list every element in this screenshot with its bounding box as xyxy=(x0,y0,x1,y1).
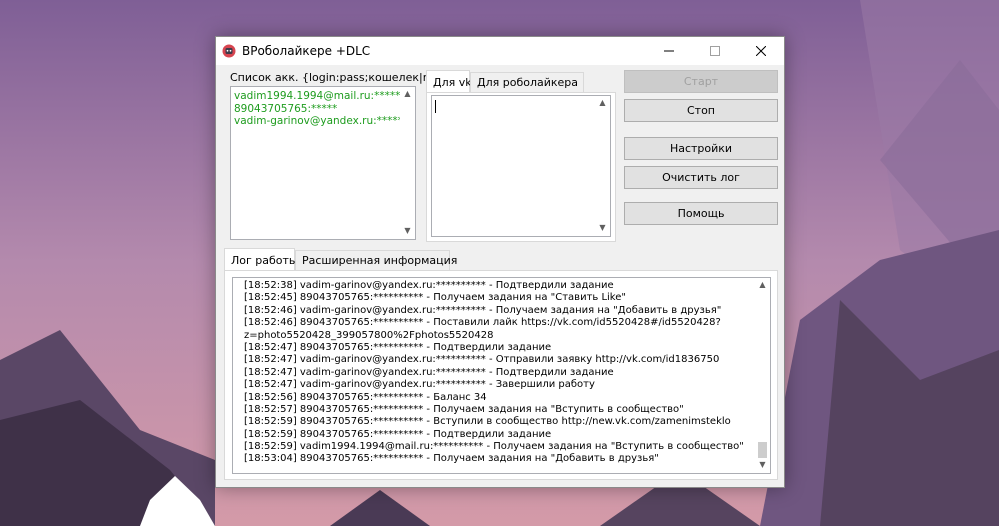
log-textbox[interactable]: [18:52:38] vadim-garinov@yandex.ru:*****… xyxy=(232,277,771,474)
start-button[interactable]: Старт xyxy=(624,70,778,93)
log-line: [18:52:56] 89043705765:********** - Бала… xyxy=(244,391,487,403)
log-line: [18:53:04] 89043705765:********** - Полу… xyxy=(244,453,659,465)
minimize-button[interactable] xyxy=(646,37,692,65)
log-line: [18:52:57] 89043705765:********** - Полу… xyxy=(244,403,684,415)
accounts-scrollbar[interactable]: ▲ ▼ xyxy=(400,87,415,239)
settings-button[interactable]: Настройки xyxy=(624,137,778,160)
window-title: ВРоболайкере +DLC xyxy=(242,44,371,58)
chevron-up-icon[interactable]: ▲ xyxy=(755,278,770,293)
log-scroll-thumb[interactable] xyxy=(758,442,767,458)
app-window: ВРоболайкере +DLC Список акк. {login:pas… xyxy=(215,36,785,488)
log-line: [18:52:59] 89043705765:********** - Всту… xyxy=(244,416,731,428)
title-bar[interactable]: ВРоболайкере +DLC xyxy=(216,37,784,65)
account-line: vadim1994.1994@mail.ru:****** xyxy=(234,90,406,102)
log-line: [18:52:47] 89043705765:********** - Подт… xyxy=(244,341,552,353)
log-scrollbar[interactable]: ▲ ▼ xyxy=(755,278,770,473)
log-line: [18:52:47] vadim-garinov@yandex.ru:*****… xyxy=(244,379,595,391)
log-line: [18:52:47] vadim-garinov@yandex.ru:*****… xyxy=(244,366,614,378)
log-line: [18:52:59] vadim1994.1994@mail.ru:******… xyxy=(244,441,744,453)
accounts-label: Список акк. {login:pass;кошелек|mail} xyxy=(230,71,454,84)
tab-extended-info[interactable]: Расширенная информация xyxy=(295,250,457,270)
vk-input-scrollbar[interactable]: ▲ ▼ xyxy=(595,96,610,236)
chevron-down-icon[interactable]: ▼ xyxy=(755,458,770,473)
log-line: [18:52:59] 89043705765:********** - Подт… xyxy=(244,428,552,440)
accounts-textbox[interactable]: vadim1994.1994@mail.ru:****** 8904370576… xyxy=(230,86,416,240)
stop-button[interactable]: Стоп xyxy=(624,99,778,122)
account-line: vadim-garinov@yandex.ru:***** xyxy=(234,115,403,127)
chevron-down-icon[interactable]: ▼ xyxy=(595,221,610,236)
close-icon xyxy=(756,46,766,56)
chevron-down-icon[interactable]: ▼ xyxy=(400,224,415,239)
vk-tab-panel: ▲ ▼ xyxy=(426,92,616,242)
account-line: 89043705765:***** xyxy=(234,102,338,115)
vk-input-textbox[interactable]: ▲ ▼ xyxy=(431,95,611,237)
chevron-up-icon[interactable]: ▲ xyxy=(400,87,415,102)
log-line: [18:52:46] 89043705765:********** - Пост… xyxy=(244,317,721,329)
clear-log-button[interactable]: Очистить лог xyxy=(624,166,778,189)
tab-work-log[interactable]: Лог работы xyxy=(224,248,298,270)
help-button[interactable]: Помощь xyxy=(624,202,778,225)
minimize-icon xyxy=(664,50,674,52)
log-line: [18:52:46] vadim-garinov@yandex.ru:*****… xyxy=(244,304,722,316)
log-line: [18:52:45] 89043705765:********** - Полу… xyxy=(244,292,626,304)
text-caret xyxy=(435,100,436,113)
close-button[interactable] xyxy=(738,37,784,65)
log-line: [18:52:38] vadim-garinov@yandex.ru:*****… xyxy=(244,280,614,291)
log-tabs: Лог работы Расширенная информация xyxy=(224,248,779,270)
maximize-icon xyxy=(710,46,720,56)
maximize-button[interactable] xyxy=(692,37,738,65)
robot-avatar-icon xyxy=(222,44,236,58)
log-line: [18:52:47] vadim-garinov@yandex.ru:*****… xyxy=(244,354,720,366)
input-tabs: Для vk Для роболайкера xyxy=(426,70,616,92)
log-tab-panel: [18:52:38] vadim-garinov@yandex.ru:*****… xyxy=(224,270,778,480)
tab-for-vk[interactable]: Для vk xyxy=(426,70,472,92)
chevron-up-icon[interactable]: ▲ xyxy=(595,96,610,111)
tab-for-robolaiker[interactable]: Для роболайкера xyxy=(470,72,584,92)
log-line: z=photo5520428_399057800%2Fphotos5520428 xyxy=(244,329,494,341)
